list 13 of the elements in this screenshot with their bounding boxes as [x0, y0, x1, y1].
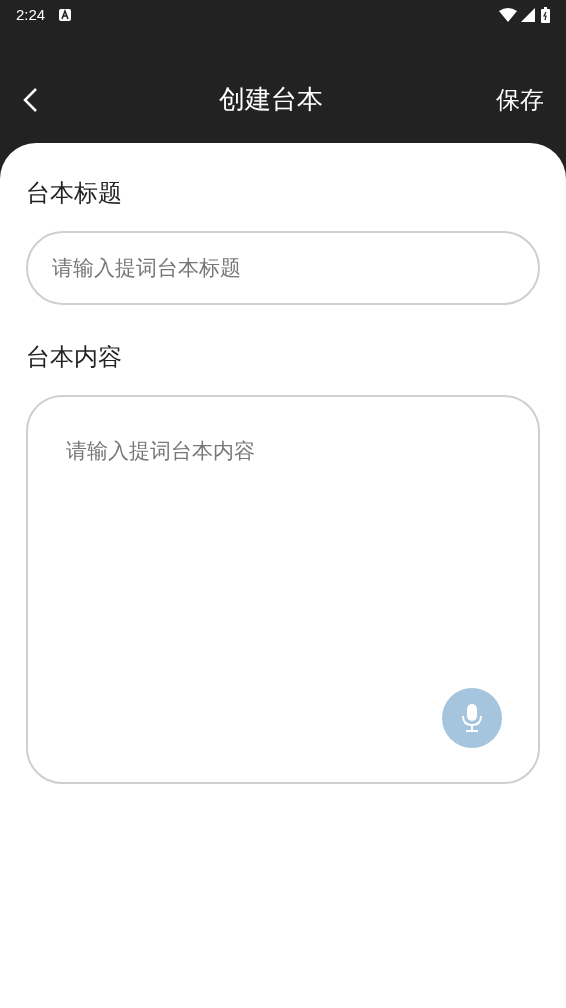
notification-icon	[59, 9, 72, 21]
page-title: 创建台本	[219, 83, 323, 116]
back-icon	[22, 86, 38, 113]
signal-icon	[521, 8, 535, 22]
battery-icon	[541, 7, 550, 23]
content-label: 台本内容	[26, 342, 123, 372]
save-button[interactable]: 保存	[496, 81, 544, 118]
title-field[interactable]: 请输入提词台本标题	[26, 231, 540, 305]
content-field[interactable]: 请输入提词台本内容	[26, 395, 540, 784]
status-time: 2:24	[16, 4, 46, 25]
wifi-icon	[499, 8, 517, 22]
title-label: 台本标题	[26, 178, 123, 208]
microphone-icon	[461, 704, 483, 732]
